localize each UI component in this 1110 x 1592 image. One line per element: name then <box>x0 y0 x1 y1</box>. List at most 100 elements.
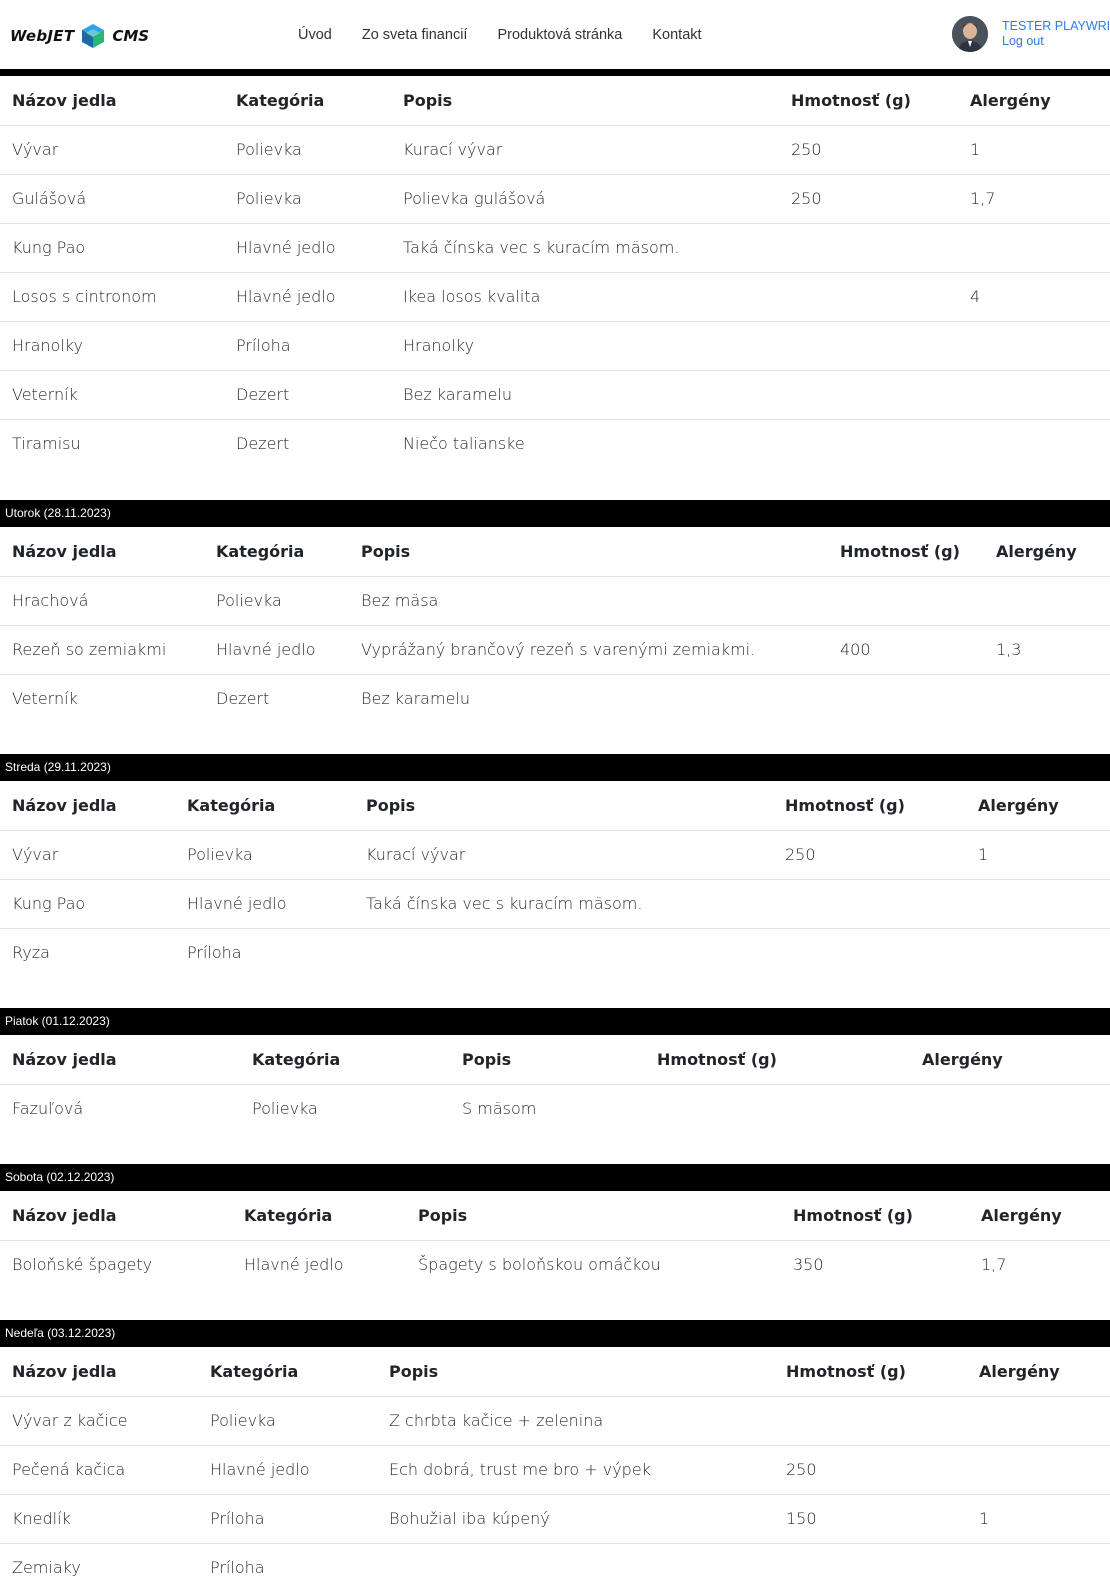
cell-popis: Bez karamelu <box>361 689 470 709</box>
main-nav: Úvod Zo sveta financií Produktová stránk… <box>283 24 717 46</box>
column-header-alergeny: Alergény <box>967 1347 1110 1397</box>
cell-alergeny <box>984 674 1110 723</box>
user-photo-icon <box>952 16 988 52</box>
table-row: Ryza Príloha <box>0 928 1110 977</box>
column-header-kategoria: Kategória <box>175 781 354 831</box>
menu-table: Názov jedla Kategória Popis Hmotnosť (g)… <box>0 781 1110 977</box>
column-header-nazov: Názov jedla <box>0 76 224 126</box>
cell-alergeny <box>910 1084 1110 1133</box>
cell-kategoria: Príloha <box>224 321 391 371</box>
menu-table: Názov jedla Kategória Popis Hmotnosť (g)… <box>0 1191 1110 1289</box>
table-body: Boloňské špagety Hlavné jedlo Špagety s bo… <box>0 1240 1110 1289</box>
table-header-row: Názov jedla Kategória Popis Hmotnosť (g)… <box>0 781 1110 831</box>
cell-nazov: Veterník <box>12 689 78 709</box>
column-header-popis: Popis <box>377 1347 774 1397</box>
table-row: Veterník Dezert Bez karamelu <box>0 370 1110 420</box>
day-section-piatok: Piatok (01.12.2023) Názov jedla Kategóri… <box>0 1008 1110 1133</box>
table-row: Kung Pao Hlavné jedlo Taká čínska vec s ku… <box>0 223 1110 273</box>
cell-hmotnost <box>828 674 984 723</box>
cell-alergeny: 1,3 <box>984 625 1110 675</box>
column-header-kategoria: Kategória <box>232 1191 406 1241</box>
cell-kategoria: Príloha <box>187 943 242 963</box>
nav-link-produktova-stranka[interactable]: Produktová stránka <box>482 24 637 46</box>
avatar[interactable] <box>952 16 988 52</box>
day-header: Sobota (02.12.2023) <box>0 1164 1110 1191</box>
logo-text-cms: CMS <box>112 27 150 45</box>
cell-nazov: Zemiaky <box>12 1558 81 1578</box>
table-header-row: Názov jedla Kategória Popis Hmotnosť (g)… <box>0 1035 1110 1085</box>
cell-alergeny <box>966 928 1110 977</box>
cell-nazov: Fazuľová <box>12 1099 84 1119</box>
table-row: Fazuľová Polievka S mäsom <box>0 1084 1110 1133</box>
column-header-alergeny: Alergény <box>984 527 1110 577</box>
webjet-cms-logo[interactable]: WebJET CMS <box>10 22 149 50</box>
table-row: Knedlík Príloha Bohužial iba kúpený 150 1 <box>0 1494 1110 1544</box>
cell-nazov: Losos s cintronom <box>0 272 224 322</box>
column-header-alergeny: Alergény <box>966 781 1110 831</box>
menu-table: Názov jedla Kategória Popis Hmotnosť (g)… <box>0 527 1110 723</box>
column-header-kategoria: Kategória <box>204 527 349 577</box>
column-header-nazov: Názov jedla <box>0 527 204 577</box>
column-header-nazov: Názov jedla <box>0 1347 198 1397</box>
table-body: Fazuľová Polievka S mäsom <box>0 1084 1110 1133</box>
cell-hmotnost <box>828 576 984 626</box>
logo-cube-icon <box>82 24 105 48</box>
table-row: Tiramisu Dezert Niečo talianske <box>0 419 1110 468</box>
cell-popis: Bez karamelu <box>391 370 779 420</box>
cell-alergeny <box>967 1396 1110 1446</box>
cell-kategoria: Dezert <box>216 689 270 709</box>
cell-kategoria: Polievka <box>224 125 391 175</box>
cell-kategoria: Dezert <box>224 370 391 420</box>
cell-popis: Niečo talianske <box>403 434 525 454</box>
cell-nazov: Kung Pao <box>0 223 224 273</box>
cell-alergeny: 1 <box>967 1494 1110 1544</box>
day-section-monday: Názov jedla Kategória Popis Hmotnosť (g)… <box>0 76 1110 468</box>
cell-hmotnost <box>779 370 958 420</box>
cell-alergeny: 1,7 <box>981 1255 1007 1275</box>
cell-hmotnost: 250 <box>773 830 966 880</box>
cell-popis: Bez mäsa <box>349 576 828 626</box>
cell-popis: Ech dobrá, trust me bro + výpek <box>377 1445 774 1495</box>
cell-alergeny <box>958 321 1110 371</box>
site-header: WebJET CMS Úvod Zo sveta financií Produk… <box>0 0 1110 76</box>
table-row: Vývar z kačice Polievka Z chrbta kačice + … <box>0 1396 1110 1446</box>
day-header: Utorok (28.11.2023) <box>0 500 1110 527</box>
cell-nazov: Rezeň so zemiakmi <box>0 625 204 675</box>
cell-kategoria: Polievka <box>175 830 354 880</box>
cell-alergeny <box>958 370 1110 420</box>
table-header-row: Názov jedla Kategória Popis Hmotnosť (g)… <box>0 527 1110 577</box>
user-name-link[interactable]: TESTER PLAYWRIGHT <box>1002 19 1110 34</box>
nav-link-uvod[interactable]: Úvod <box>283 24 347 46</box>
table-row: Kung Pao Hlavné jedlo Taká čínska vec s ku… <box>0 879 1110 929</box>
cell-nazov: Ryza <box>12 943 50 963</box>
user-menu: TESTER PLAYWRIGHT Log out <box>952 16 1110 52</box>
cell-alergeny: 1 <box>966 830 1110 880</box>
column-header-nazov: Názov jedla <box>0 1035 240 1085</box>
cell-alergeny: 1 <box>958 125 1110 175</box>
cell-popis: Vyprážaný brančový rezeň s varenými zemi… <box>349 625 828 675</box>
column-header-nazov: Názov jedla <box>0 1191 232 1241</box>
nav-link-zo-sveta-financii[interactable]: Zo sveta financií <box>347 24 483 46</box>
column-header-popis: Popis <box>450 1035 645 1085</box>
table-row: Rezeň so zemiakmi Hlavné jedlo Vyprážaný b… <box>0 625 1110 675</box>
cell-hmotnost: 150 <box>774 1494 967 1544</box>
table-row: Vývar Polievka Kurací vývar 250 1 <box>0 125 1110 175</box>
cell-hmotnost <box>774 1396 967 1446</box>
cell-nazov: Tiramisu <box>12 434 81 454</box>
day-section-utorok: Utorok (28.11.2023) Názov jedla Kategóri… <box>0 500 1110 723</box>
cell-kategoria: Hlavné jedlo <box>204 625 349 675</box>
logout-link[interactable]: Log out <box>1002 34 1110 49</box>
cell-nazov: Vývar <box>0 830 175 880</box>
cell-kategoria: Polievka <box>224 174 391 224</box>
cell-nazov: Kung Pao <box>0 879 175 929</box>
column-header-hmotnost: Hmotnosť (g) <box>774 1347 967 1397</box>
day-header: Streda (29.11.2023) <box>0 754 1110 781</box>
cell-kategoria: Hlavné jedlo <box>244 1255 344 1275</box>
cell-popis: Kurací vývar <box>391 125 779 175</box>
nav-link-kontakt[interactable]: Kontakt <box>637 24 716 46</box>
menu-table: Názov jedla Kategória Popis Hmotnosť (g)… <box>0 76 1110 468</box>
cell-nazov: Veterník <box>0 370 224 420</box>
cell-popis: Taká čínska vec s kuracím mäsom. <box>354 879 773 929</box>
table-row: Veterník Dezert Bez karamelu <box>0 674 1110 723</box>
cell-kategoria: Polievka <box>204 576 349 626</box>
